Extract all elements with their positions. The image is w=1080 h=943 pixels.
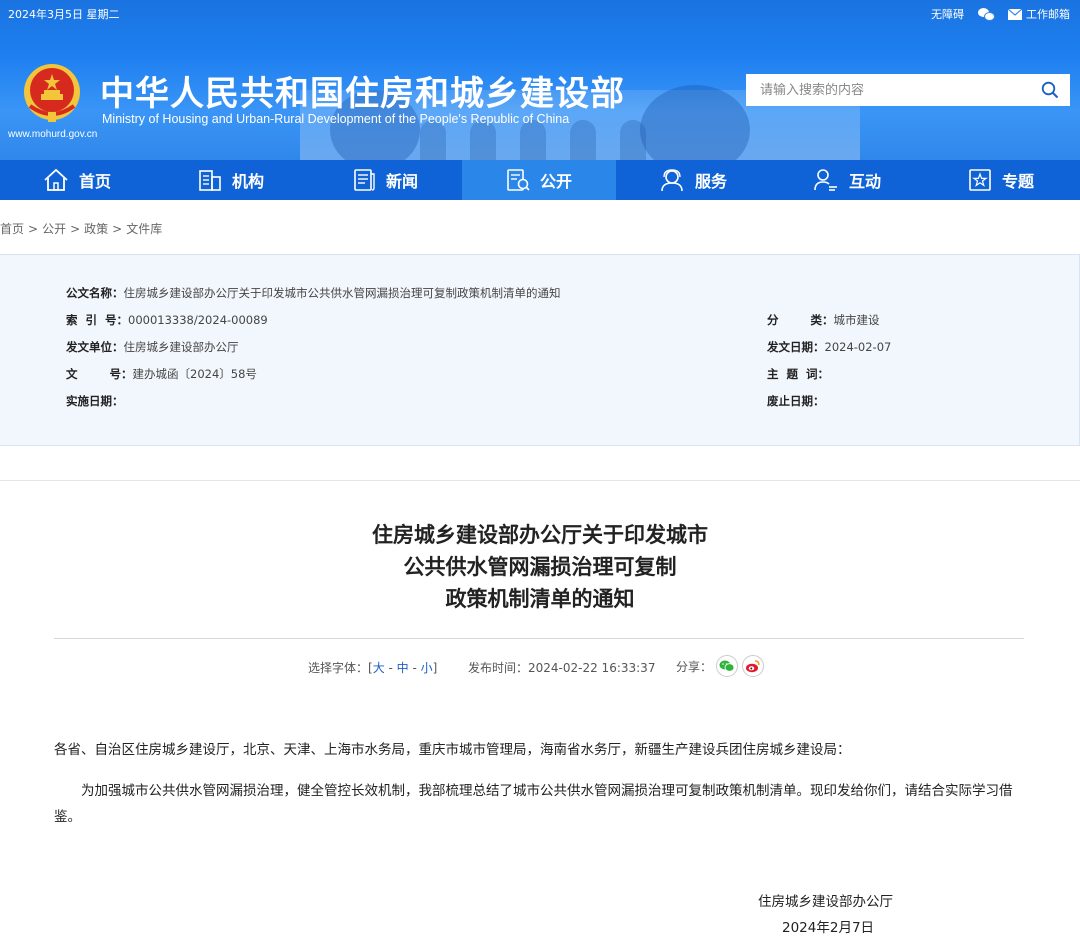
info-expiry-date: 废止日期： (767, 394, 825, 408)
share-weibo-button[interactable] (742, 655, 765, 677)
article-paragraph-addressees: 各省、自治区住房城乡建设厅，北京、天津、上海市水务局，重庆市城市管理局，海南省水… (54, 742, 851, 758)
site-subtitle: Ministry of Housing and Urban-Rural Deve… (102, 112, 570, 126)
font-small-link[interactable]: 小 (421, 661, 433, 675)
share-wechat-button[interactable] (716, 655, 739, 677)
main-nav: 首页 机构 新闻 公开 服务 互动 专题 (0, 160, 1080, 200)
share-label: 分享： (676, 659, 713, 674)
wechat-link[interactable] (978, 8, 995, 21)
work-mail-label: 工作邮箱 (1026, 8, 1070, 21)
news-icon (354, 169, 375, 191)
nav-interact-label: 互动 (848, 172, 881, 191)
signature-date: 2024年2月7日 (782, 920, 875, 936)
nav-news[interactable]: 新闻 (308, 160, 462, 200)
work-mail-link[interactable]: 工作邮箱 (1008, 6, 1070, 22)
breadcrumb-public[interactable]: 公开 (42, 222, 66, 236)
search-icon (1041, 81, 1059, 99)
info-issuer: 发文单位：住房城乡建设部办公厅 (66, 340, 239, 354)
accessibility-link[interactable]: 无障碍 (931, 6, 964, 22)
nav-organization-label: 机构 (231, 172, 264, 191)
star-icon (969, 169, 991, 191)
search-input[interactable] (746, 75, 1030, 105)
info-docno: 文 号：建办城函〔2024〕58号 (66, 367, 257, 381)
article-title-line-3: 政策机制清单的通知 (445, 587, 635, 611)
article-paragraph-body: 为加强城市公共供水管网漏损治理，健全管控长效机制，我部梳理总结了城市公共供水管网… (54, 783, 1013, 825)
site-url: www.mohurd.gov.cn (8, 129, 98, 140)
weibo-icon (746, 660, 760, 673)
nav-public[interactable]: 公开 (462, 160, 616, 200)
service-icon (661, 169, 683, 192)
article-title-line-1: 住房城乡建设部办公厅关于印发城市 (372, 523, 708, 547)
nav-home[interactable]: 首页 (0, 160, 154, 200)
nav-service-label: 服务 (694, 172, 727, 191)
font-large-link[interactable]: 大 (373, 661, 385, 675)
search-button[interactable] (1030, 74, 1070, 106)
signature-organization: 住房城乡建设部办公厅 (758, 894, 893, 910)
info-impl-date: 实施日期： (66, 394, 124, 408)
user-interact-icon (814, 169, 837, 191)
nav-interact[interactable]: 互动 (770, 160, 924, 200)
info-keywords: 主 题 词： (767, 367, 830, 381)
mail-icon (1008, 8, 1022, 20)
article-title: 住房城乡建设部办公厅关于印发城市 公共供水管网漏损治理可复制 政策机制清单的通知 (0, 519, 1080, 615)
nav-organization[interactable]: 机构 (154, 160, 308, 200)
title-divider (54, 638, 1024, 639)
nav-home-label: 首页 (78, 172, 111, 191)
document-info-panel: 公文名称：住房城乡建设部办公厅关于印发城市公共供水管网漏损治理可复制政策机制清单… (0, 254, 1080, 446)
nav-news-label: 新闻 (385, 172, 418, 191)
info-category: 分 类：城市建设 (767, 313, 880, 327)
publish-time: 发布时间：2024-02-22 16:33:37 (468, 661, 656, 675)
home-icon (44, 168, 68, 191)
national-emblem-icon (24, 64, 80, 122)
info-issue-date: 发文日期：2024-02-07 (767, 340, 892, 354)
nav-topics[interactable]: 专题 (924, 160, 1078, 200)
breadcrumb-library[interactable]: 文件库 (126, 222, 162, 236)
search-box (746, 74, 1070, 106)
share-bar: 分享： (676, 655, 765, 677)
nav-public-label: 公开 (539, 172, 572, 191)
wechat-icon (978, 8, 995, 21)
topbar-links: 无障碍 工作邮箱 (931, 6, 1070, 22)
current-date: 2024年3月5日 星期二 (8, 8, 120, 21)
nav-service[interactable]: 服务 (616, 160, 770, 200)
article-title-line-2: 公共供水管网漏损治理可复制 (403, 555, 677, 579)
site-header: 2024年3月5日 星期二 无障碍 工作邮箱 中华人民共和国住房和城乡建设部 M… (0, 0, 1080, 160)
nav-topics-label: 专题 (1001, 172, 1034, 191)
building-icon (199, 170, 221, 191)
font-medium-link[interactable]: 中 (397, 661, 409, 675)
info-doc-name: 公文名称：住房城乡建设部办公厅关于印发城市公共供水管网漏损治理可复制政策机制清单… (66, 286, 561, 300)
document-icon (507, 169, 530, 191)
site-title: 中华人民共和国住房和城乡建设部 (100, 74, 625, 114)
breadcrumb: 首页 > 公开 > 政策 > 文件库 (0, 222, 163, 236)
info-index: 索 引 号：000013338/2024-00089 (66, 313, 268, 327)
breadcrumb-home[interactable]: 首页 (0, 222, 24, 236)
wechat-icon (719, 660, 735, 672)
font-size-selector: 选择字体：[大 - 中 - 小] (308, 661, 438, 675)
article: 住房城乡建设部办公厅关于印发城市 公共供水管网漏损治理可复制 政策机制清单的通知… (0, 480, 1080, 943)
breadcrumb-policy[interactable]: 政策 (84, 222, 108, 236)
